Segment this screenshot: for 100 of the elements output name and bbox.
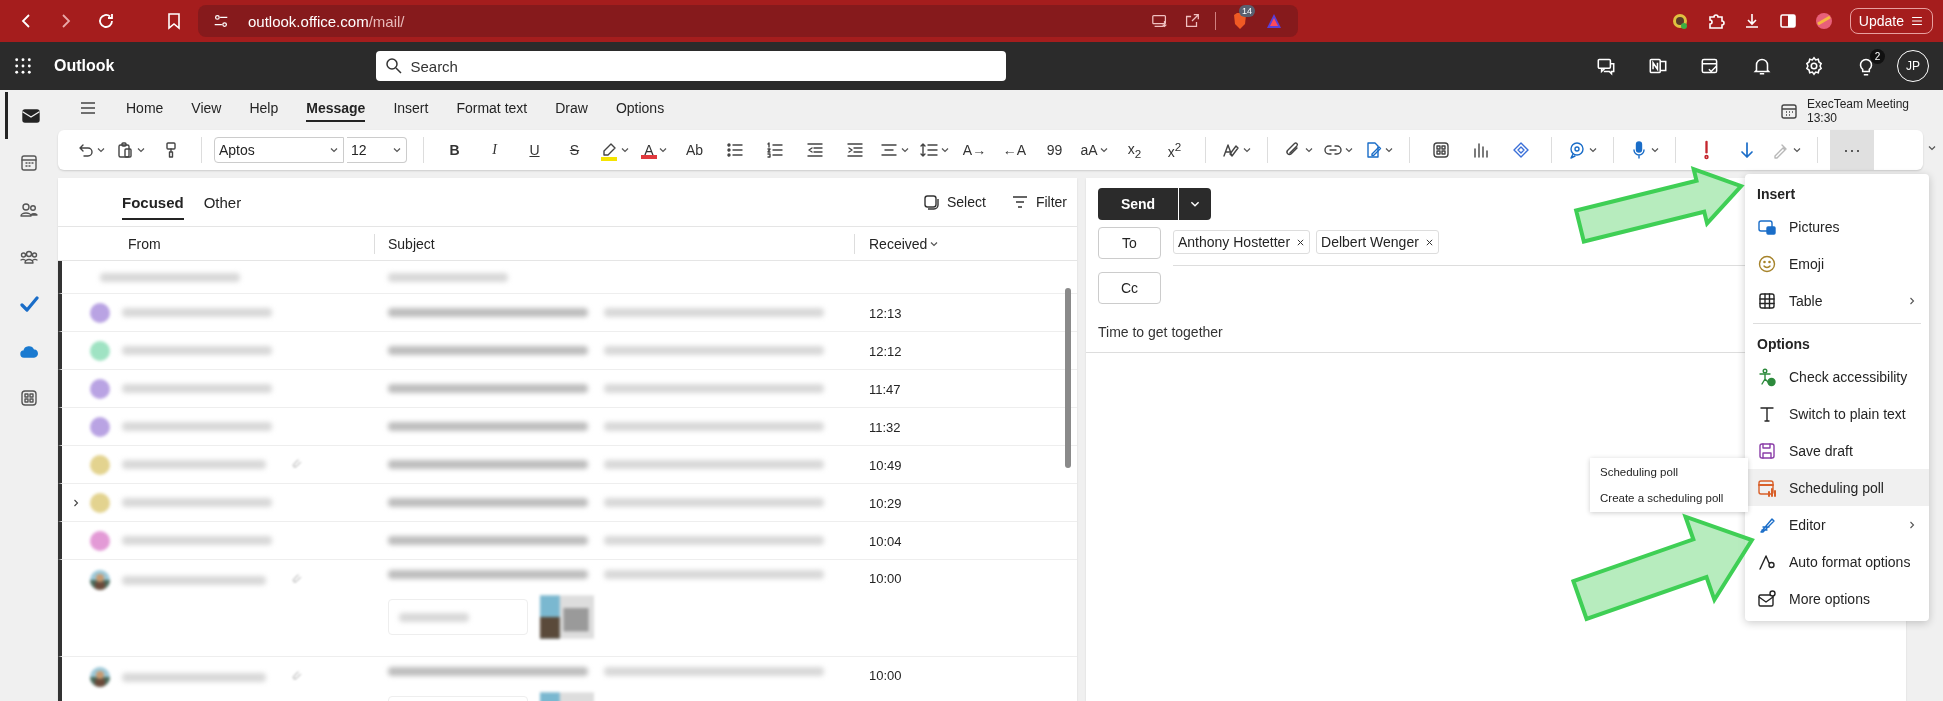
message-row[interactable]: 10:00 bbox=[58, 657, 1077, 701]
menu-item[interactable]: More options bbox=[1745, 580, 1929, 617]
send-button[interactable]: Send bbox=[1098, 188, 1178, 220]
column-header[interactable]: From bbox=[58, 233, 375, 254]
to-button[interactable]: To bbox=[1098, 226, 1161, 259]
paste-icon bbox=[115, 140, 135, 160]
update-button[interactable]: Update bbox=[1849, 8, 1933, 34]
recipient-chip[interactable]: Delbert Wenger bbox=[1316, 230, 1439, 254]
install-app-icon[interactable] bbox=[1151, 12, 1169, 30]
ribbon-tab[interactable]: Draw bbox=[541, 94, 602, 122]
save-icon bbox=[1757, 440, 1777, 461]
format-button[interactable]: A→ bbox=[956, 134, 993, 166]
message-row[interactable]: 12:12 bbox=[58, 332, 1077, 370]
menu-item[interactable]: Check accessibility bbox=[1745, 358, 1929, 395]
spacing-icon bbox=[919, 140, 939, 160]
format-button[interactable]: U bbox=[516, 134, 553, 166]
menu-item[interactable]: Pictures bbox=[1745, 208, 1929, 245]
message-row[interactable]: 10:00 bbox=[58, 560, 1077, 657]
share-icon[interactable] bbox=[1183, 12, 1201, 30]
ribbon-tab[interactable]: Help bbox=[235, 94, 293, 122]
received-time: 11:47 bbox=[869, 381, 901, 397]
more-options-button[interactable]: ··· bbox=[1830, 130, 1874, 170]
inbox-tab[interactable]: Focused bbox=[114, 187, 192, 217]
message-row[interactable]: 10:04 bbox=[58, 522, 1077, 560]
outdent-icon bbox=[804, 140, 825, 160]
message-row[interactable]: 11:32 bbox=[58, 408, 1077, 446]
format-button[interactable]: ←A bbox=[996, 134, 1033, 166]
reload-icon[interactable] bbox=[96, 11, 116, 31]
address-bar[interactable]: outlook.office.com/mail/ 14 bbox=[198, 5, 1298, 37]
menu-heading: Options bbox=[1756, 335, 1811, 354]
menu-item[interactable]: Save draft bbox=[1745, 432, 1929, 469]
table-icon bbox=[1757, 290, 1777, 311]
format-button[interactable]: I bbox=[476, 134, 513, 166]
caret-icon bbox=[329, 145, 339, 155]
column-header[interactable]: Subject bbox=[375, 233, 855, 254]
tooltip-text: Create a scheduling poll bbox=[1600, 492, 1725, 504]
message-row[interactable]: 10:29 bbox=[58, 484, 1077, 522]
received-time: 12:12 bbox=[869, 343, 902, 359]
profile-icon[interactable] bbox=[1813, 11, 1834, 31]
menu-item[interactable]: Editor bbox=[1745, 506, 1929, 543]
format-button[interactable]: aA bbox=[1076, 134, 1113, 166]
settings-icon[interactable] bbox=[1803, 55, 1825, 77]
font-size-field[interactable]: 12 bbox=[347, 137, 407, 163]
select-button[interactable]: Select bbox=[920, 192, 986, 212]
ribbon-tab[interactable]: Home bbox=[112, 94, 178, 122]
format-button[interactable]: x$^{2}$ bbox=[1156, 134, 1193, 166]
site-settings-icon[interactable] bbox=[212, 12, 230, 30]
ribbon-tab[interactable]: Format text bbox=[442, 94, 542, 122]
received-time: 10:00 bbox=[869, 571, 902, 586]
ribbon-tab[interactable]: Options bbox=[601, 94, 679, 122]
reminder-title[interactable]: ExecTeam Meeting bbox=[1806, 97, 1909, 111]
send-options-button[interactable] bbox=[1179, 188, 1211, 220]
column-header[interactable]: Received bbox=[855, 233, 940, 254]
important-icon bbox=[1703, 140, 1710, 160]
menu-heading: Insert bbox=[1756, 185, 1797, 204]
search-field[interactable]: Search bbox=[376, 51, 1007, 81]
format-button[interactable]: Ab bbox=[676, 134, 713, 166]
format-button[interactable]: x$_{2}$ bbox=[1116, 134, 1153, 166]
bullets-icon bbox=[724, 140, 745, 160]
inbox-tab[interactable]: Other bbox=[195, 187, 250, 217]
message-row[interactable]: 10:49 bbox=[58, 446, 1077, 484]
menu-item[interactable]: Auto format options bbox=[1745, 543, 1929, 580]
apps-icon bbox=[19, 387, 39, 408]
numbering-icon bbox=[764, 140, 785, 160]
received-time: 12:13 bbox=[869, 305, 902, 321]
received-time: 10:00 bbox=[869, 668, 902, 683]
menu-item[interactable]: Switch to plain text bbox=[1745, 395, 1929, 432]
received-time: 10:04 bbox=[869, 533, 902, 549]
cc-button[interactable]: Cc bbox=[1098, 271, 1161, 304]
emoji-icon bbox=[1757, 253, 1777, 274]
apps-icon bbox=[1430, 140, 1451, 160]
message-row[interactable]: 11:47 bbox=[58, 370, 1077, 408]
ribbon-tab[interactable]: View bbox=[177, 94, 236, 122]
format-button[interactable]: A bbox=[636, 134, 673, 166]
recipient-chip[interactable]: Anthony Hostetter bbox=[1173, 230, 1311, 254]
checkmark-icon bbox=[19, 293, 39, 314]
calendar-icon bbox=[1778, 101, 1799, 121]
received-time: 10:49 bbox=[869, 457, 902, 473]
format-button[interactable]: S bbox=[556, 134, 593, 166]
tooltip-title: Scheduling poll bbox=[1600, 466, 1679, 478]
format-button[interactable]: B bbox=[436, 134, 473, 166]
received-time: 11:32 bbox=[869, 419, 901, 435]
filter-button[interactable]: Filter bbox=[1009, 192, 1067, 212]
ribbon-tab[interactable]: Insert bbox=[379, 94, 443, 122]
url-text: outlook.office.com/mail/ bbox=[248, 12, 405, 30]
app-launcher-icon[interactable] bbox=[14, 57, 32, 75]
message-row[interactable]: 12:13 bbox=[58, 294, 1077, 332]
format-button[interactable]: 99 bbox=[1036, 134, 1073, 166]
ribbon-tab[interactable]: Message bbox=[292, 94, 380, 122]
sidebar-icon[interactable] bbox=[1777, 11, 1798, 31]
expand-icon[interactable] bbox=[71, 497, 81, 508]
menu-item[interactable]: Emoji bbox=[1745, 245, 1929, 282]
remove-icon[interactable] bbox=[1424, 237, 1434, 247]
font-name-field[interactable]: Aptos bbox=[214, 137, 344, 163]
poll-icon bbox=[1757, 477, 1777, 498]
remove-icon[interactable] bbox=[1296, 237, 1306, 247]
menu-item[interactable]: Scheduling poll bbox=[1745, 469, 1929, 506]
received-time: 10:29 bbox=[869, 495, 902, 511]
app-title: Outlook bbox=[54, 57, 115, 75]
calendar-icon bbox=[19, 152, 39, 173]
